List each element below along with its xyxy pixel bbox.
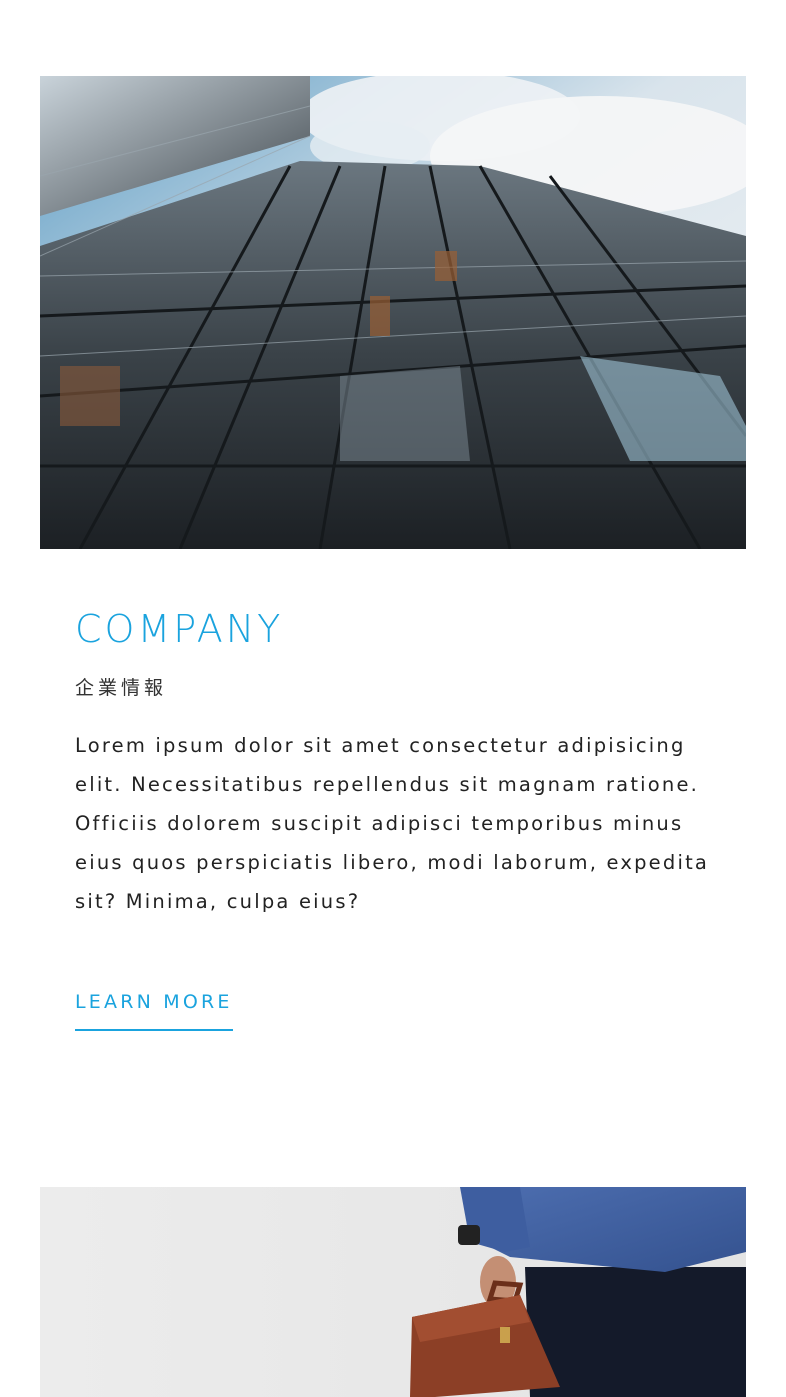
company-subtitle: 企業情報 bbox=[75, 677, 168, 699]
learn-more-link[interactable]: LEARN MORE bbox=[75, 987, 233, 1031]
company-hero-image bbox=[40, 76, 746, 549]
company-description: Lorem ipsum dolor sit amet consectetur a… bbox=[75, 734, 710, 913]
company-title: COMPANY bbox=[75, 607, 284, 651]
next-section bbox=[0, 1140, 786, 1397]
businessman-image bbox=[40, 1187, 746, 1397]
company-section: COMPANY 企業情報 Lorem ipsum dolor sit amet … bbox=[0, 0, 786, 1140]
